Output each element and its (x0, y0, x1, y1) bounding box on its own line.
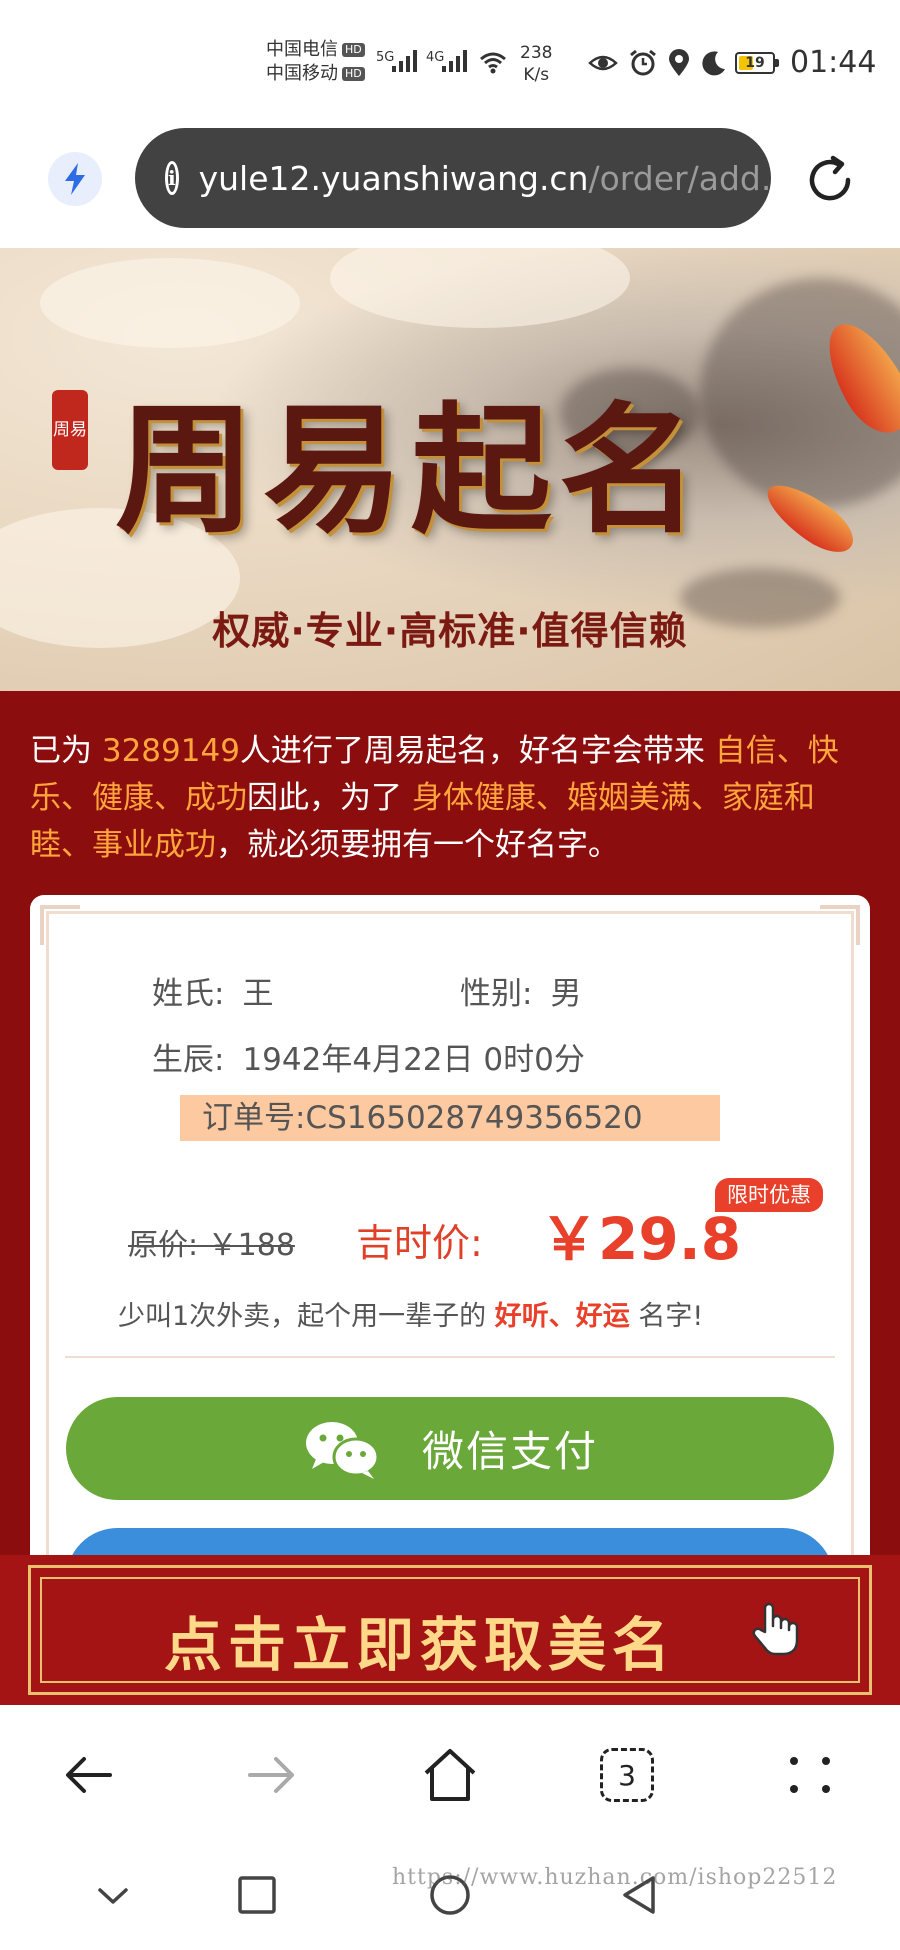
reload-icon[interactable] (800, 150, 860, 210)
gender-value: 男 (550, 976, 582, 1012)
intro-part: 人进行了周易起名，好名字会带来 (239, 733, 715, 769)
network-speed: 238 K/s (520, 42, 552, 86)
more-menu-icon[interactable] (780, 1745, 840, 1805)
status-bar: 中国电信 HD 中国移动 HD 5G 4G 238 K/s 19 01:44 (0, 0, 900, 125)
carrier-1: 中国电信 (266, 39, 338, 60)
pointer-hand-icon (752, 1602, 799, 1656)
surname-value: 王 (242, 976, 274, 1012)
tab-count: 3 (618, 1758, 636, 1792)
recents-square-icon[interactable] (232, 1870, 282, 1920)
location-icon (669, 49, 689, 76)
original-price: 原价: ￥188 (128, 1228, 295, 1263)
url-host: yule12.yuanshiwang.cn (198, 158, 589, 198)
alarm-icon (630, 49, 656, 76)
battery-icon: 19 (735, 52, 779, 74)
gender-row: 性别: 男 (460, 968, 581, 1013)
intro-text: 已为 3289149人进行了周易起名，好名字会带来 自信、快乐、健康、成功因此，… (30, 728, 875, 869)
lightning-icon (65, 163, 85, 195)
carrier-2: 中国移动 (266, 63, 338, 84)
url-path: /order/add. (588, 158, 772, 198)
limited-offer-badge: 限时优惠 (715, 1178, 823, 1212)
gender-label: 性别: (460, 976, 533, 1012)
eye-icon (588, 55, 618, 71)
birth-row: 生辰: 1942年4月22日 0时0分 (152, 1034, 585, 1079)
wechat-pay-button[interactable]: 微信支付 (66, 1397, 834, 1500)
signal-icon-1 (392, 48, 417, 72)
clock: 01:44 (790, 45, 877, 80)
intro-part: 因此，为了 (247, 780, 412, 816)
carrier-info: 中国电信 HD 中国移动 HD (266, 38, 365, 86)
speed-unit: K/s (523, 65, 550, 85)
battery-level: 19 (745, 55, 765, 71)
hd-badge-2: HD (342, 67, 365, 81)
slogan-part: 名字! (629, 1301, 704, 1332)
moon-icon (702, 51, 725, 76)
order-value: CS165028749356520 (305, 1100, 643, 1136)
order-label: 订单号: (202, 1100, 306, 1136)
back-arrow-icon[interactable] (60, 1745, 120, 1805)
banner-subtitle: 权威·专业·高标准·值得信赖 (212, 609, 688, 653)
order-number: 订单号:CS165028749356520 (180, 1095, 720, 1141)
seal-stamp: 周易 (52, 390, 88, 470)
slogan-part: 少叫1次外卖，起个用一辈子的 (118, 1301, 495, 1332)
watermark: https://www.huzhan.com/ishop22512 (392, 1865, 838, 1890)
speed-mode-button[interactable] (48, 152, 102, 206)
intro-part: ，就必须要拥有一个好名字。 (216, 827, 619, 863)
speed-value: 238 (520, 43, 553, 63)
home-icon[interactable] (420, 1745, 480, 1805)
sale-price: ￥29.8 (540, 1205, 742, 1273)
divider (65, 1356, 835, 1358)
served-count: 3289149 (101, 733, 240, 769)
collapse-chevron-icon[interactable] (88, 1870, 138, 1920)
jishi-price-label: 吉时价: (356, 1221, 483, 1265)
wechat-pay-label: 微信支付 (421, 1427, 598, 1476)
intro-part: 已为 (30, 733, 102, 769)
birth-value: 1942年4月22日 0时0分 (242, 1042, 585, 1078)
slogan-highlight: 好听、好运 (494, 1301, 630, 1332)
wechat-icon (305, 1421, 380, 1479)
banner: 周易 周易起名 权威·专业·高标准·值得信赖 (0, 248, 900, 691)
surname-row: 姓氏: 王 (152, 968, 273, 1013)
address-bar[interactable]: i yule12.yuanshiwang.cn/order/add. (135, 128, 771, 228)
signal-icon-2 (442, 48, 467, 72)
cta-button-label[interactable]: 点击立即获取美名 (0, 1598, 840, 1682)
banner-title: 周易起名 (115, 389, 708, 553)
surname-label: 姓氏: (152, 976, 225, 1012)
wifi-icon (480, 52, 506, 74)
forward-arrow-icon[interactable] (240, 1745, 300, 1805)
info-icon[interactable]: i (165, 161, 179, 195)
hd-badge-1: HD (342, 43, 365, 57)
birth-label: 生辰: (152, 1042, 225, 1078)
slogan: 少叫1次外卖，起个用一辈子的 好听、好运 名字! (118, 1294, 703, 1333)
tabs-button[interactable]: 3 (600, 1748, 654, 1802)
